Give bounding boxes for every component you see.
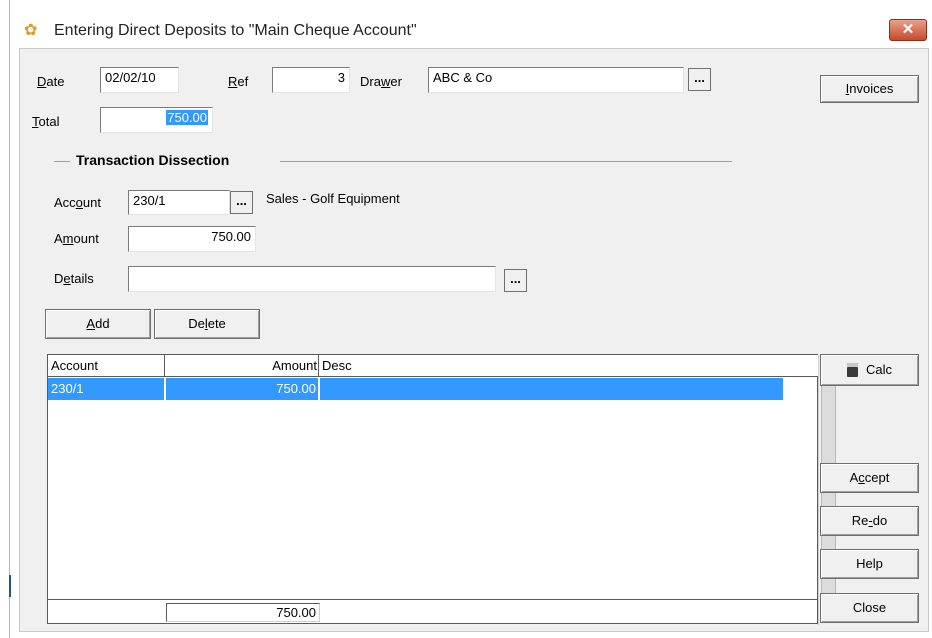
amount-label: Amount	[54, 231, 99, 246]
redo-mnemonic: -	[868, 513, 873, 528]
account-label: Account	[54, 195, 101, 210]
total-label-mnemonic: T	[32, 114, 39, 129]
row-account: 230/1	[51, 381, 84, 396]
drawer-lookup-button[interactable]: ...	[688, 68, 711, 91]
account-lookup-button[interactable]: ...	[230, 191, 253, 214]
close-window-button[interactable]: ✕	[889, 19, 927, 41]
ref-field[interactable]: 3	[272, 67, 350, 93]
calculator-icon	[846, 362, 858, 377]
dissection-title: Transaction Dissection	[76, 152, 230, 168]
ref-label: Ref	[228, 74, 249, 89]
drawer-label: Drawer	[360, 74, 402, 89]
footer-divider	[48, 599, 818, 600]
title-bar: ✿ Entering Direct Deposits to "Main Cheq…	[19, 14, 927, 48]
window-title: Entering Direct Deposits to "Main Cheque…	[54, 22, 417, 39]
drawer-field[interactable]: ABC & Co	[428, 67, 684, 93]
details-lookup-button[interactable]: ...	[504, 269, 527, 292]
details-label: Details	[54, 271, 94, 286]
footer-total-box: 750.00	[166, 603, 320, 622]
accept-mnemonic: c	[858, 470, 865, 485]
invoices-mnemonic: I	[845, 81, 850, 96]
dissection-grid[interactable]: Account Amount Desc 230/1 750.00 750.00 …	[47, 354, 837, 625]
ref-label-mnemonic: R	[228, 74, 238, 89]
column-header-account[interactable]: Account	[51, 358, 98, 373]
date-label-mnemonic: D	[37, 74, 47, 89]
date-label: Date	[37, 74, 65, 89]
group-line-left	[54, 161, 70, 162]
column-divider	[318, 355, 319, 377]
invoices-button[interactable]: Invoices	[820, 75, 919, 103]
redo-button[interactable]: Re-do	[820, 506, 919, 536]
details-label-mnemonic: e	[63, 271, 71, 286]
footer-total: 750.00	[276, 605, 316, 620]
column-header-amount[interactable]: Amount	[165, 358, 317, 373]
date-field[interactable]: 02/02/10	[100, 67, 179, 93]
left-window-edge	[9, 0, 10, 638]
add-button[interactable]: Add	[45, 309, 151, 339]
calc-button[interactable]: Calc	[820, 354, 919, 386]
group-line-right	[280, 161, 732, 162]
close-button[interactable]: Close	[820, 593, 919, 623]
total-value: 750.00	[166, 110, 208, 125]
close-icon: ✕	[901, 21, 915, 38]
account-field[interactable]: 230/1	[128, 190, 230, 215]
total-field[interactable]: 750.00	[100, 107, 213, 133]
account-description: Sales - Golf Equipment	[266, 191, 400, 206]
amount-label-mnemonic: m	[62, 231, 74, 246]
cell-divider	[318, 378, 320, 400]
app-icon: ✿	[24, 22, 38, 39]
column-header-desc[interactable]: Desc	[322, 358, 352, 373]
details-field[interactable]	[128, 266, 496, 292]
calc-label: Calc	[865, 362, 892, 377]
table-row[interactable]: 230/1 750.00	[48, 378, 783, 400]
left-edge-accent	[9, 575, 11, 597]
amount-field[interactable]: 750.00	[128, 226, 256, 252]
account-label-mnemonic: o	[75, 195, 83, 210]
row-amount: 750.00	[276, 381, 316, 396]
delete-mnemonic: l	[204, 316, 208, 331]
help-button[interactable]: Help	[820, 549, 919, 579]
add-mnemonic: A	[86, 316, 96, 331]
dialog-body: Date 02/02/10 Ref 3 Drawer ABC & Co ... …	[19, 48, 929, 632]
drawer-label-mnemonic: w	[380, 74, 391, 89]
accept-button[interactable]: Accept	[820, 463, 919, 493]
total-label: Total	[32, 114, 60, 129]
delete-button[interactable]: Delete	[154, 309, 260, 339]
